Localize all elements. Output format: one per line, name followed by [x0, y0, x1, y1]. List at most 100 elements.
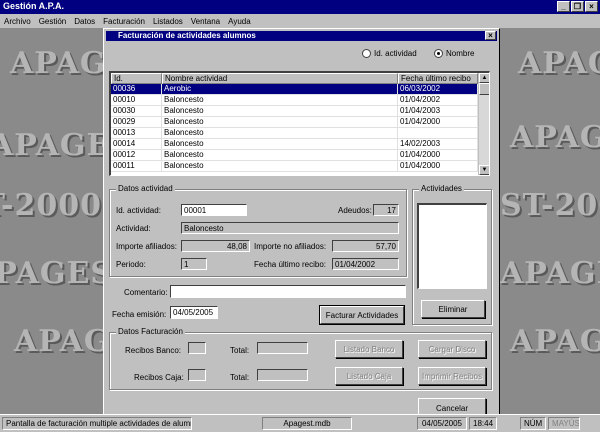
menu-ayuda[interactable]: Ayuda — [228, 17, 251, 26]
column-header-id[interactable]: Id. — [111, 73, 162, 84]
cell-id: 00014 — [111, 139, 162, 150]
sort-by-name-label: Nombre — [446, 49, 475, 58]
actividad-value: Baloncesto — [181, 222, 399, 234]
watermark-text: APAGEST — [518, 46, 600, 81]
dialog-title: Facturación de actividades alumnos — [118, 31, 256, 40]
menu-gestion[interactable]: Gestión — [39, 17, 67, 26]
table-row[interactable]: 00029 Baloncesto 01/04/2000 — [111, 117, 489, 128]
periodo-value: 1 — [181, 258, 207, 270]
sort-by-name-radio[interactable]: Nombre — [434, 49, 474, 58]
table-row[interactable]: 00014 Baloncesto 14/02/2003 — [111, 139, 489, 150]
app-title-bar: Gestión A.P.A. _ ❐ × — [0, 0, 600, 14]
total-banco-value — [257, 342, 308, 354]
dialog-close-button[interactable]: × — [485, 31, 496, 40]
cargar-disco-button[interactable]: Cargar Disco — [418, 340, 486, 358]
cell-name: Baloncesto — [162, 95, 398, 106]
cell-name: Baloncesto — [162, 161, 398, 172]
menu-datos[interactable]: Datos — [74, 17, 95, 26]
total-caja-label: Total: — [230, 373, 250, 382]
menu-ventana[interactable]: Ventana — [191, 17, 220, 26]
watermark-text: APAG — [510, 324, 600, 359]
cell-name: Baloncesto — [162, 117, 398, 128]
menu-listados[interactable]: Listados — [153, 17, 183, 26]
recibos-caja-value — [188, 369, 206, 381]
cell-date: 01/04/2002 — [398, 95, 478, 106]
recibos-banco-label: Recibos Banco: — [125, 346, 182, 355]
status-caps-lock: MAYÚS — [548, 417, 580, 430]
importe-afiliados-value: 48,08 — [181, 240, 250, 252]
scroll-down-icon[interactable]: ▼ — [479, 165, 489, 175]
importe-afiliados-label: Importe afiliados: — [116, 242, 177, 251]
fecha-emision-label: Fecha emisión: — [112, 310, 167, 319]
cell-date: 14/02/2003 — [398, 139, 478, 150]
window-buttons: _ ❐ × — [557, 1, 598, 12]
menu-bar: Archivo Gestión Datos Facturación Listad… — [0, 14, 600, 28]
menu-facturacion[interactable]: Facturación — [103, 17, 145, 26]
scroll-thumb[interactable] — [479, 83, 489, 95]
eliminar-button[interactable]: Eliminar — [421, 300, 485, 318]
status-message: Pantalla de facturación multiple activid… — [2, 417, 192, 430]
periodo-label: Periodo: — [116, 260, 146, 269]
cell-name: Aerobic — [162, 84, 398, 95]
status-database: Apagest.mdb — [262, 417, 352, 430]
cell-id: 00030 — [111, 106, 162, 117]
cell-date: 01/04/2000 — [398, 117, 478, 128]
cell-id: 00036 — [111, 84, 162, 95]
watermark-text: APAGEST — [500, 256, 600, 291]
column-header-name[interactable]: Nombre actividad — [162, 73, 398, 84]
imprimir-recibos-button[interactable]: Imprimir Recibos — [418, 367, 486, 385]
radio-on-icon — [434, 49, 443, 58]
adeudos-label: Adeudos: — [338, 206, 372, 215]
table-row[interactable]: 00036 Aerobic 06/03/2002 — [111, 84, 489, 95]
listado-caja-button[interactable]: Listado Caja — [335, 367, 403, 385]
facturar-actividades-button[interactable]: Facturar Actividades — [319, 305, 405, 325]
grid-scrollbar[interactable]: ▲ ▼ — [478, 73, 489, 175]
cell-name: Baloncesto — [162, 128, 398, 139]
restore-button[interactable]: ❐ — [571, 1, 584, 12]
actividad-label: Actividad: — [116, 224, 151, 233]
sort-by-id-label: Id. actividad — [374, 49, 417, 58]
minimize-button[interactable]: _ — [557, 1, 570, 12]
table-row[interactable]: 00013 Baloncesto — [111, 128, 489, 139]
close-button[interactable]: × — [585, 1, 598, 12]
fecha-emision-input[interactable]: 04/05/2005 — [170, 306, 218, 319]
app-title: Gestión A.P.A. — [3, 1, 65, 11]
comentario-input[interactable] — [170, 285, 406, 298]
watermark-text: ST-2000 — [0, 188, 102, 223]
activities-grid[interactable]: Id. Nombre actividad Fecha último recibo… — [109, 71, 490, 176]
adeudos-value: 17 — [373, 204, 399, 216]
cell-id: 00012 — [111, 150, 162, 161]
fecha-ultimo-recibo-value: 01/04/2002 — [332, 258, 399, 270]
menu-archivo[interactable]: Archivo — [4, 17, 31, 26]
cell-date: 06/03/2002 — [398, 84, 478, 95]
status-bar: Pantalla de facturación multiple activid… — [0, 414, 600, 432]
datos-facturacion-legend: Datos Facturación — [116, 327, 185, 336]
cell-id: 00010 — [111, 95, 162, 106]
datos-actividad-legend: Datos actividad — [116, 184, 175, 193]
total-caja-value — [257, 369, 308, 381]
actividades-legend: Actividades — [419, 184, 464, 193]
table-row[interactable]: 00010 Baloncesto 01/04/2002 — [111, 95, 489, 106]
actividades-listbox[interactable] — [417, 203, 487, 289]
cell-date: 01/04/2000 — [398, 150, 478, 161]
table-row[interactable]: 00011 Baloncesto 01/04/2000 — [111, 161, 489, 172]
table-row[interactable]: 00030 Baloncesto 01/04/2003 — [111, 106, 489, 117]
watermark-text: ST-2000 — [500, 188, 600, 223]
importe-no-afiliados-value: 57,70 — [332, 240, 399, 252]
id-actividad-input[interactable]: 00001 — [181, 204, 247, 216]
listado-banco-button[interactable]: Listado Banco — [335, 340, 403, 358]
column-header-date[interactable]: Fecha último recibo — [398, 73, 478, 84]
status-num-lock: NÚM — [520, 417, 546, 430]
id-actividad-label: Id. actividad: — [116, 206, 161, 215]
recibos-banco-value — [188, 342, 206, 354]
cell-date: 01/04/2000 — [398, 161, 478, 172]
status-time: 18:44 — [469, 417, 497, 430]
scroll-up-icon[interactable]: ▲ — [479, 73, 489, 83]
table-row[interactable]: 00012 Baloncesto 01/04/2000 — [111, 150, 489, 161]
cell-id: 00029 — [111, 117, 162, 128]
comentario-label: Comentario: — [124, 288, 168, 297]
total-banco-label: Total: — [230, 346, 250, 355]
status-date: 04/05/2005 — [417, 417, 467, 430]
sort-by-id-radio[interactable]: Id. actividad — [362, 49, 417, 58]
recibos-caja-label: Recibos Caja: — [134, 373, 184, 382]
